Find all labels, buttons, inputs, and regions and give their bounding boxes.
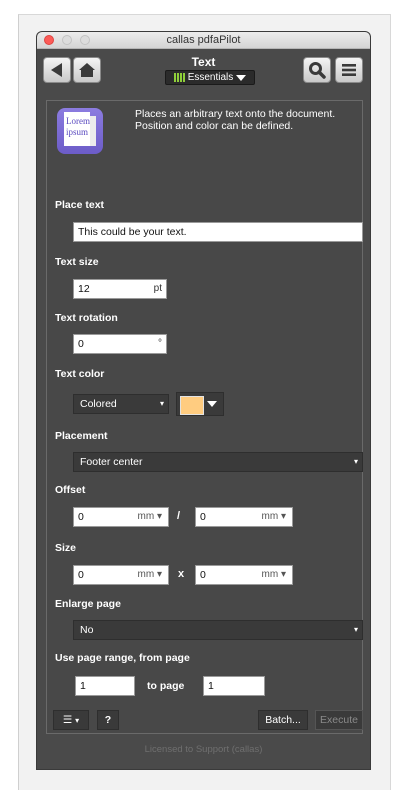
placement-label: Placement (55, 430, 108, 442)
icon-text-line-2: ipsum (66, 127, 89, 137)
text-size-unit: pt (153, 283, 162, 294)
offset-y-unit: mm (261, 511, 279, 522)
zoom-window-button[interactable] (80, 35, 90, 45)
tool-title: Text (191, 55, 216, 69)
text-color-swatch-button[interactable] (176, 392, 224, 416)
page-stack-edge (90, 116, 96, 146)
close-window-button[interactable] (44, 35, 54, 45)
license-footer: Licensed to Support (callas) (144, 744, 263, 755)
size-height-input[interactable]: 0 mm ▾ (195, 565, 293, 585)
bars-chart-icon (173, 73, 185, 82)
page-range-to-input[interactable]: 1 (203, 676, 265, 696)
search-button[interactable] (303, 57, 331, 83)
chevron-down-icon: ▾ (75, 716, 80, 725)
back-button[interactable] (43, 57, 71, 83)
profile-group-label: Essentials (187, 72, 234, 83)
pdfapilot-window: callas pdfaPilot Text Essentials Lorem i… (37, 32, 370, 769)
toolbar: Text Essentials (37, 49, 370, 99)
title-bar: callas pdfaPilot (37, 32, 370, 49)
text-rotation-input[interactable]: 0 ° (73, 334, 167, 354)
lorem-ipsum-page: Lorem ipsum (64, 112, 90, 146)
home-icon (79, 63, 95, 77)
text-color-mode-value: Colored (80, 398, 117, 410)
chevron-down-icon: ▾ (353, 625, 358, 634)
page-range-label: Use page range, from page (55, 652, 190, 664)
enlarge-page-value: No (80, 624, 94, 636)
text-rotation-label: Text rotation (55, 312, 118, 324)
text-size-value: 12 (78, 283, 90, 295)
text-size-input[interactable]: 12 pt (73, 279, 167, 299)
execute-button[interactable]: Execute (315, 710, 363, 730)
enlarge-page-label: Enlarge page (55, 598, 121, 610)
chevron-down-icon: ▾ (353, 457, 358, 466)
window-title: callas pdfaPilot (166, 34, 241, 46)
offset-x-input[interactable]: 0 mm ▾ (73, 507, 169, 527)
place-text-label: Place text (55, 199, 105, 211)
page-range-from-input[interactable]: 1 (75, 676, 135, 696)
offset-x-unit-select[interactable]: mm ▾ (138, 508, 162, 526)
offset-x-value: 0 (78, 511, 84, 523)
tool-description: Places an arbitrary text onto the docume… (135, 108, 336, 132)
profile-group-dropdown[interactable]: Essentials (165, 70, 255, 85)
text-color-mode-dropdown[interactable]: Colored ▾ (73, 394, 169, 414)
menu-button[interactable] (335, 57, 363, 83)
place-text-input[interactable]: This could be your text. (73, 222, 363, 242)
triangle-left-icon (51, 63, 62, 77)
enlarge-page-dropdown[interactable]: No ▾ (73, 620, 363, 640)
help-button[interactable]: ? (97, 710, 119, 730)
chevron-down-icon: ▾ (159, 399, 164, 408)
minimize-window-button[interactable] (62, 35, 72, 45)
text-rotation-value: 0 (78, 338, 84, 350)
chevron-down-icon (207, 401, 217, 407)
text-color-label: Text color (55, 368, 105, 380)
size-label: Size (55, 542, 77, 554)
to-page-label: to page (147, 680, 185, 692)
size-separator: x (178, 568, 185, 580)
list-menu-icon: ☰ (62, 714, 73, 726)
magnifier-icon (309, 62, 326, 79)
offset-separator: / (177, 510, 181, 522)
size-height-unit-select[interactable]: mm ▾ (262, 566, 286, 584)
chevron-down-icon (236, 74, 247, 81)
size-height-value: 0 (200, 569, 206, 581)
batch-button[interactable]: Batch... (258, 710, 308, 730)
hamburger-menu-icon (342, 64, 356, 76)
size-width-value: 0 (78, 569, 84, 581)
offset-label: Offset (55, 484, 86, 496)
options-menu-button[interactable]: ☰ ▾ (53, 710, 89, 730)
size-width-unit: mm (137, 569, 155, 580)
lorem-ipsum-icon: Lorem ipsum (57, 108, 103, 154)
offset-y-unit-select[interactable]: mm ▾ (262, 508, 286, 526)
placement-value: Footer center (80, 456, 143, 468)
placement-dropdown[interactable]: Footer center ▾ (73, 452, 363, 472)
offset-y-value: 0 (200, 511, 206, 523)
home-button[interactable] (73, 57, 101, 83)
size-width-unit-select[interactable]: mm ▾ (138, 566, 162, 584)
text-size-label: Text size (55, 256, 99, 268)
text-rotation-unit: ° (158, 338, 162, 349)
offset-y-input[interactable]: 0 mm ▾ (195, 507, 293, 527)
icon-text-line-1: Lorem (66, 116, 90, 126)
size-height-unit: mm (261, 569, 279, 580)
color-swatch (180, 396, 204, 415)
size-width-input[interactable]: 0 mm ▾ (73, 565, 169, 585)
offset-x-unit: mm (137, 511, 155, 522)
